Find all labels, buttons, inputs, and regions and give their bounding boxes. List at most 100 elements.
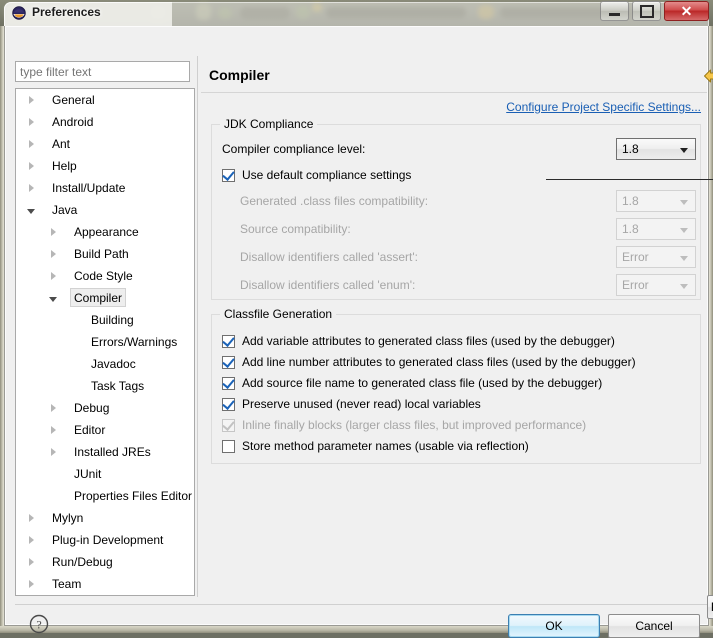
- sidebar-item-plug-in-development[interactable]: Plug-in Development: [16, 529, 194, 551]
- tree-collapsed-icon[interactable]: [24, 177, 38, 199]
- chevron-down-icon: [680, 200, 688, 205]
- cancel-button[interactable]: Cancel: [608, 614, 700, 638]
- help-icon[interactable]: ?: [29, 614, 49, 634]
- tree-item-label: Code Style: [74, 269, 133, 283]
- sidebar-item-android[interactable]: Android: [16, 111, 194, 133]
- sidebar-item-general[interactable]: General: [16, 89, 194, 111]
- close-button[interactable]: ✕: [664, 1, 709, 21]
- minimize-icon: [609, 13, 620, 16]
- tree-collapsed-icon[interactable]: [24, 89, 38, 111]
- tree-item-label: Validation: [52, 595, 104, 596]
- jdk-compliance-group: JDK Compliance Compiler compliance level…: [211, 117, 701, 300]
- sidebar-item-editor[interactable]: Editor: [16, 419, 194, 441]
- tree-item-label: Installed JREs: [74, 445, 151, 459]
- generated-class-files-compatibility-label: Generated .class files compatibility:: [240, 194, 429, 208]
- sidebar-item-java[interactable]: Java: [16, 199, 194, 221]
- tree-collapsed-icon[interactable]: [46, 419, 60, 441]
- compiler-preference-page: Compiler Configure Project Specific Sett…: [201, 56, 713, 619]
- sidebar-item-help[interactable]: Help: [16, 155, 194, 177]
- page-title: Compiler: [209, 67, 270, 83]
- sidebar-item-code-style[interactable]: Code Style: [16, 265, 194, 287]
- sidebar-item-building[interactable]: Building: [16, 309, 194, 331]
- sidebar-item-task-tags[interactable]: Task Tags: [16, 375, 194, 397]
- tree-item-label: Errors/Warnings: [91, 335, 178, 349]
- window-border-right: [709, 26, 713, 626]
- disallow-identifiers-called-enum-combo: Error: [616, 274, 696, 296]
- classfile-generation-group-title: Classfile Generation: [220, 307, 337, 321]
- svg-text:?: ?: [36, 618, 41, 632]
- sidebar-item-junit[interactable]: JUnit: [16, 463, 194, 485]
- source-compatibility-value: 1.8: [622, 222, 639, 236]
- sidebar-item-properties-files-editor[interactable]: Properties Files Editor: [16, 485, 194, 507]
- sidebar-item-run-debug[interactable]: Run/Debug: [16, 551, 194, 573]
- preserve-unused-never-read-local-variables-label: Preserve unused (never read) local varia…: [242, 397, 481, 411]
- tree-collapsed-icon[interactable]: [24, 529, 38, 551]
- configure-project-specific-settings-link[interactable]: Configure Project Specific Settings...: [506, 100, 701, 114]
- tree-collapsed-icon[interactable]: [46, 221, 60, 243]
- add-variable-attributes-to-generated-class-files-label: Add variable attributes to generated cla…: [242, 334, 615, 348]
- tree-collapsed-icon[interactable]: [24, 155, 38, 177]
- disallow-identifiers-called-assert-label: Disallow identifiers called 'assert':: [240, 250, 418, 264]
- chevron-down-icon: [680, 228, 688, 233]
- minimize-button[interactable]: [600, 1, 629, 21]
- page-title-rule: [201, 92, 707, 93]
- tree-item-label: Appearance: [74, 225, 139, 239]
- checkbox-box: [222, 440, 235, 453]
- inline-finally-blocks-larger-class-files-but-imp-label: Inline finally blocks (larger class file…: [242, 418, 587, 432]
- chevron-down-icon: [680, 256, 688, 261]
- tree-item-label: Mylyn: [52, 511, 84, 525]
- tree-collapsed-icon[interactable]: [46, 265, 60, 287]
- source-compatibility-label: Source compatibility:: [240, 222, 351, 236]
- sidebar-item-team[interactable]: Team: [16, 573, 194, 595]
- disallow-identifiers-called-assert-value: Error: [622, 250, 649, 264]
- maximize-button[interactable]: [632, 1, 661, 21]
- tree-expanded-icon[interactable]: [46, 287, 60, 309]
- tree-expanded-icon[interactable]: [24, 199, 38, 221]
- tree-collapsed-icon[interactable]: [24, 111, 38, 133]
- tree-item-label: Build Path: [74, 247, 129, 261]
- tree-collapsed-icon[interactable]: [46, 441, 60, 463]
- maximize-icon: [639, 4, 654, 18]
- close-icon: ✕: [680, 3, 693, 19]
- tree-item-label: Team: [52, 577, 82, 591]
- sidebar-item-validation[interactable]: Validation: [16, 595, 194, 596]
- restore-defaults-button[interactable]: Restore Defaults: [707, 595, 713, 619]
- tree-collapsed-icon[interactable]: [24, 573, 38, 595]
- checkbox-box: [222, 355, 235, 369]
- checkbox-box: [222, 397, 235, 411]
- eclipse-icon: [12, 6, 26, 20]
- compiler-compliance-level-combo[interactable]: 1.8: [616, 138, 696, 160]
- sidebar-item-installed-jres[interactable]: Installed JREs: [16, 441, 194, 463]
- ok-button[interactable]: OK: [508, 614, 600, 638]
- tree-item-label: Building: [91, 313, 134, 327]
- chevron-down-icon: [680, 148, 688, 153]
- tree-collapsed-icon[interactable]: [46, 243, 60, 265]
- preferences-tree[interactable]: General Android Ant Help Install/Update Java A…: [15, 88, 195, 596]
- sidebar-item-errors-warnings[interactable]: Errors/Warnings: [16, 331, 194, 353]
- sidebar-item-mylyn[interactable]: Mylyn: [16, 507, 194, 529]
- sidebar-item-install-update[interactable]: Install/Update: [16, 177, 194, 199]
- tree-item-label: Plug-in Development: [52, 533, 164, 547]
- back-arrow-icon[interactable]: [703, 68, 713, 84]
- tree-collapsed-icon[interactable]: [46, 397, 60, 419]
- window-titlebar-glass: Preferences ✕: [0, 0, 713, 26]
- use-default-compliance-settings-label: Use default compliance settings: [242, 168, 412, 182]
- jdk-compliance-group-title: JDK Compliance: [220, 117, 318, 131]
- checkbox-box: [222, 418, 235, 432]
- generated-class-files-compatibility-value: 1.8: [622, 194, 639, 208]
- search-input[interactable]: [15, 61, 190, 82]
- chevron-down-icon: [680, 284, 688, 289]
- sidebar-item-ant[interactable]: Ant: [16, 133, 194, 155]
- sidebar-item-compiler[interactable]: Compiler: [16, 287, 194, 309]
- disallow-identifiers-called-enum-label: Disallow identifiers called 'enum':: [240, 278, 416, 292]
- tree-collapsed-icon[interactable]: [24, 507, 38, 529]
- footer-divider: [15, 604, 707, 605]
- sidebar-item-appearance[interactable]: Appearance: [16, 221, 194, 243]
- tree-collapsed-icon[interactable]: [24, 551, 38, 573]
- sidebar-item-javadoc[interactable]: Javadoc: [16, 353, 194, 375]
- tree-collapsed-icon[interactable]: [24, 133, 38, 155]
- preferences-dialog: Preferences ✕ General Android Ant Help Insta…: [0, 0, 713, 638]
- sidebar-item-build-path[interactable]: Build Path: [16, 243, 194, 265]
- sidebar-item-debug[interactable]: Debug: [16, 397, 194, 419]
- tree-item-label: General: [52, 93, 95, 107]
